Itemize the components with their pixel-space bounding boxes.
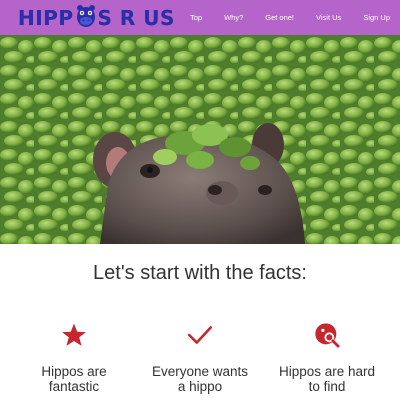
feature-item: Hippos are hard to find <box>262 318 392 394</box>
search-location-icon <box>262 318 392 352</box>
nav-link-visit-us[interactable]: Visit Us <box>316 13 341 22</box>
site-header: HIPP S R US Top Why? Get one! Visit Us S… <box>0 0 400 35</box>
checkmark-icon <box>135 318 265 352</box>
feature-list: Hippos are fantastic Everyone wants a hi… <box>0 318 400 400</box>
hippo-mascot-icon <box>75 4 97 33</box>
logo-text-right: S R US <box>97 6 175 30</box>
feature-item: Everyone wants a hippo <box>135 318 265 394</box>
feature-text: Hippos are hard to find <box>278 364 376 394</box>
feature-text: Hippos are fantastic <box>41 364 107 394</box>
facts-heading: Let's start with the facts: <box>93 262 307 284</box>
feature-text: Everyone wants a hippo <box>151 364 249 394</box>
hero-image <box>0 35 400 244</box>
nav-link-get-one[interactable]: Get one! <box>265 13 294 22</box>
site-logo[interactable]: HIPP S R US <box>18 4 175 33</box>
star-icon <box>9 318 139 352</box>
main-nav: Top Why? Get one! Visit Us Sign Up <box>168 0 390 35</box>
logo-text-left: HIPP <box>18 6 74 30</box>
feature-item: Hippos are fantastic <box>9 318 139 394</box>
nav-link-sign-up[interactable]: Sign Up <box>363 13 390 22</box>
nav-link-why[interactable]: Why? <box>224 13 243 22</box>
nav-link-top[interactable]: Top <box>190 13 202 22</box>
